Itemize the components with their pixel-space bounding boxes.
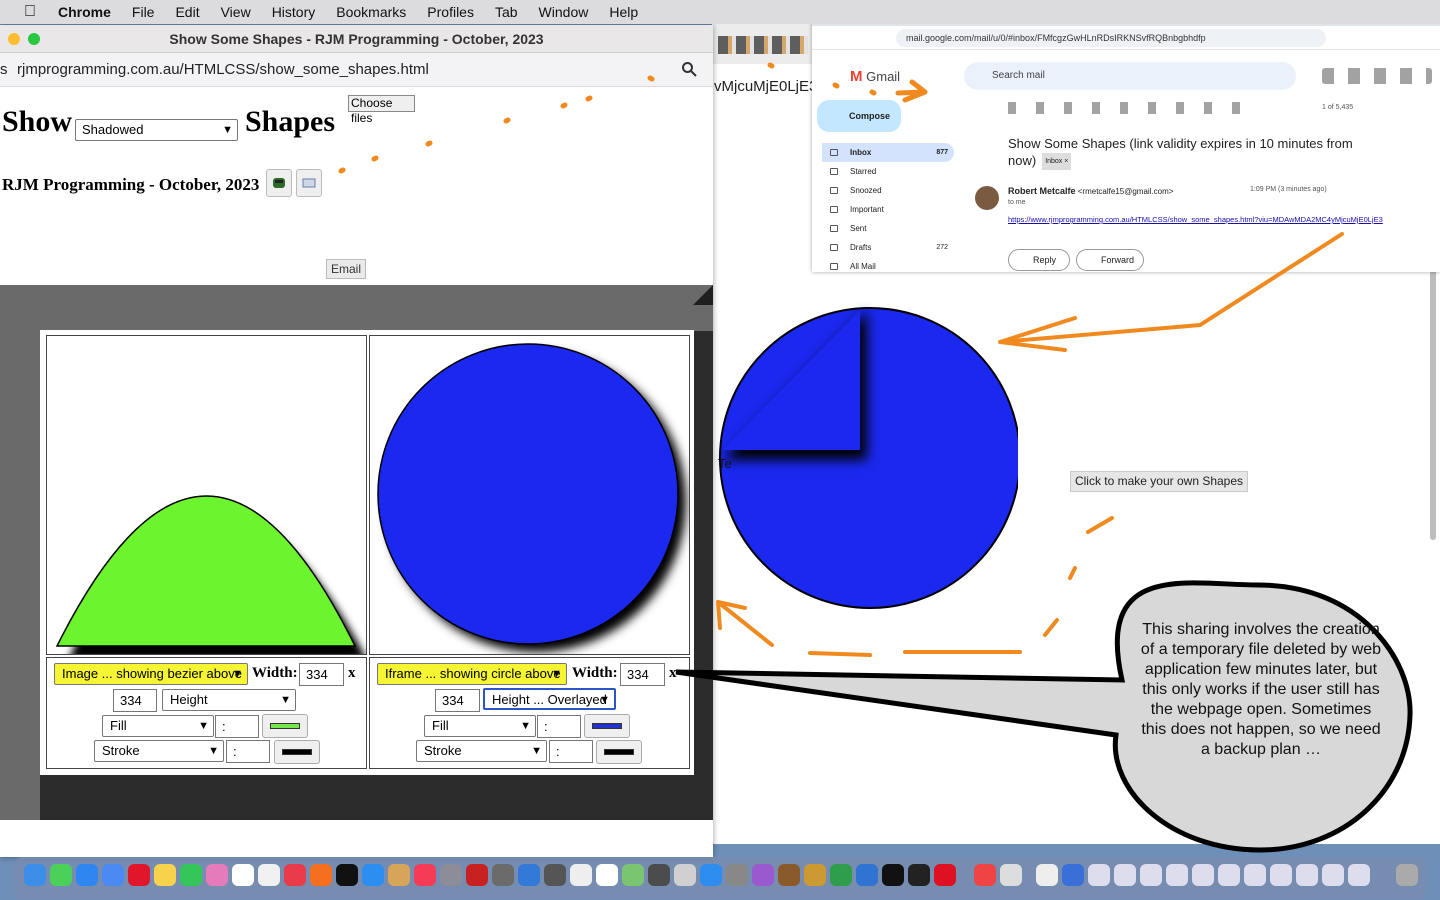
terminal-icon[interactable] <box>882 864 904 886</box>
document-icon[interactable] <box>1036 864 1058 886</box>
podcasts-icon[interactable] <box>752 864 774 886</box>
arrow-link-to-circle <box>998 232 1344 352</box>
settings-icon[interactable] <box>388 864 410 886</box>
recent-file-icon[interactable] <box>1166 864 1188 886</box>
zoom-app-icon[interactable] <box>700 864 722 886</box>
appstore-icon[interactable] <box>362 864 384 886</box>
photos-icon[interactable] <box>206 864 228 886</box>
chrome2-icon[interactable] <box>974 864 996 886</box>
menubar:  Chrome File Edit View History Bookmark… <box>0 0 1440 24</box>
app-icon[interactable] <box>648 864 670 886</box>
console-icon[interactable] <box>908 864 930 886</box>
recent-file-icon[interactable] <box>1088 864 1110 886</box>
chrome-icon[interactable] <box>830 864 852 886</box>
drive-icon[interactable] <box>726 864 748 886</box>
app2-icon[interactable] <box>804 864 826 886</box>
dock <box>14 857 1426 899</box>
news-icon[interactable] <box>284 864 306 886</box>
safari-icon[interactable] <box>76 864 98 886</box>
recent-file-icon[interactable] <box>1114 864 1136 886</box>
apple-icon[interactable]:  <box>16 3 44 21</box>
music-icon[interactable] <box>414 864 436 886</box>
bbedit-icon[interactable] <box>674 864 696 886</box>
mail-icon[interactable] <box>102 864 124 886</box>
menu-chrome[interactable]: Chrome <box>58 4 111 20</box>
opera-icon[interactable] <box>128 864 150 886</box>
reminders-icon[interactable] <box>258 864 280 886</box>
recent-file-icon[interactable] <box>1270 864 1292 886</box>
firefox-icon[interactable] <box>310 864 332 886</box>
menu-bookmarks[interactable]: Bookmarks <box>336 4 406 20</box>
arrow-to-gmail <box>767 62 928 103</box>
menu-tab[interactable]: Tab <box>495 4 518 20</box>
maps-icon[interactable] <box>622 864 644 886</box>
browser-icon[interactable] <box>856 864 878 886</box>
menu-history[interactable]: History <box>272 4 316 20</box>
menu-file[interactable]: File <box>132 4 155 20</box>
dotted-arrow <box>338 75 655 174</box>
calculator-icon[interactable] <box>492 864 514 886</box>
filezilla-icon[interactable] <box>466 864 488 886</box>
trash-icon[interactable] <box>1396 864 1418 886</box>
script-icon[interactable] <box>1000 864 1022 886</box>
utility-icon[interactable] <box>544 864 566 886</box>
textedit-icon[interactable] <box>596 864 618 886</box>
menu-edit[interactable]: Edit <box>175 4 199 20</box>
globe-icon[interactable] <box>1062 864 1084 886</box>
messages-icon[interactable] <box>50 864 72 886</box>
acrobat-icon[interactable] <box>934 864 956 886</box>
finder-icon[interactable] <box>24 864 46 886</box>
menu-view[interactable]: View <box>221 4 251 20</box>
callout-text: This sharing involves the creation of a … <box>1140 621 1382 758</box>
facetime-icon[interactable] <box>180 864 202 886</box>
recent-file-icon[interactable] <box>1140 864 1162 886</box>
recent-file-icon[interactable] <box>1218 864 1240 886</box>
menu-window[interactable]: Window <box>539 4 589 20</box>
xcode-icon[interactable] <box>518 864 540 886</box>
annotation-overlay <box>338 62 1413 853</box>
calendar-icon[interactable] <box>232 864 254 886</box>
dashed-arrow-back <box>716 516 1114 657</box>
recent-file-icon[interactable] <box>1244 864 1266 886</box>
menu-help[interactable]: Help <box>609 4 638 20</box>
menu-profiles[interactable]: Profiles <box>427 4 474 20</box>
launchpad-icon[interactable] <box>440 864 462 886</box>
tv-icon[interactable] <box>336 864 358 886</box>
recent-file-icon[interactable] <box>1192 864 1214 886</box>
recent-file-icon[interactable] <box>1296 864 1318 886</box>
preview-icon[interactable] <box>570 864 592 886</box>
recent-file-icon[interactable] <box>1348 864 1370 886</box>
books-icon[interactable] <box>778 864 800 886</box>
notes-icon[interactable] <box>154 864 176 886</box>
recent-file-icon[interactable] <box>1322 864 1344 886</box>
